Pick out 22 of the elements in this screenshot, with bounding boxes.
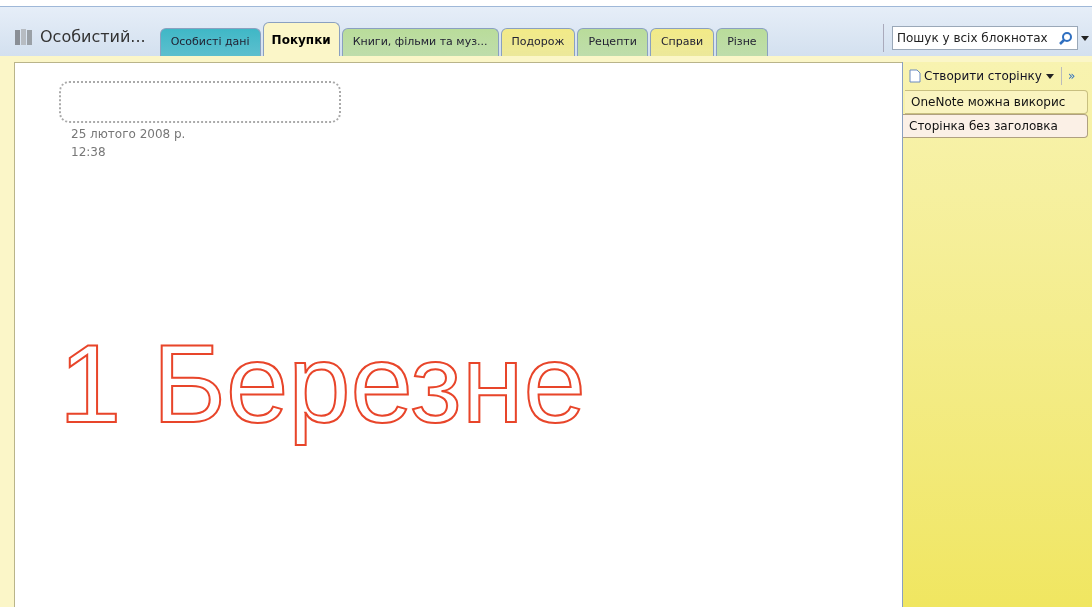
section-tab[interactable]: Покупки	[262, 22, 340, 56]
dropdown-icon[interactable]	[1044, 72, 1055, 80]
section-tab[interactable]: Справи	[649, 28, 715, 56]
handwritten-ink: 1 Березне	[59, 320, 586, 448]
section-tab[interactable]: Книги, фільми та муз...	[341, 28, 499, 56]
page-tab[interactable]: OneNote можна викорис	[905, 90, 1088, 114]
page-time: 12:38	[71, 144, 107, 161]
page-date: 25 лютого 2008 р.	[71, 126, 187, 143]
section-tab[interactable]: Різне	[716, 28, 768, 56]
section-tab[interactable]: Особисті дані	[159, 28, 261, 56]
dropdown-icon[interactable]	[1080, 34, 1090, 42]
page-icon	[909, 69, 921, 83]
notebook-title[interactable]: Особистий...	[40, 25, 146, 49]
new-page-button[interactable]: Створити сторінку	[924, 67, 1042, 85]
search-icon[interactable]	[1059, 31, 1073, 45]
notebook-icon	[14, 27, 34, 47]
title-field[interactable]	[59, 81, 341, 123]
page-tab[interactable]: Сторінка без заголовка	[903, 114, 1088, 138]
more-button[interactable]: »	[1067, 67, 1076, 85]
search-field[interactable]: Пошук у всіх блокнотах	[892, 26, 1078, 50]
section-tab[interactable]: Рецепти	[577, 28, 648, 56]
section-tab[interactable]: Подорож	[500, 28, 576, 56]
